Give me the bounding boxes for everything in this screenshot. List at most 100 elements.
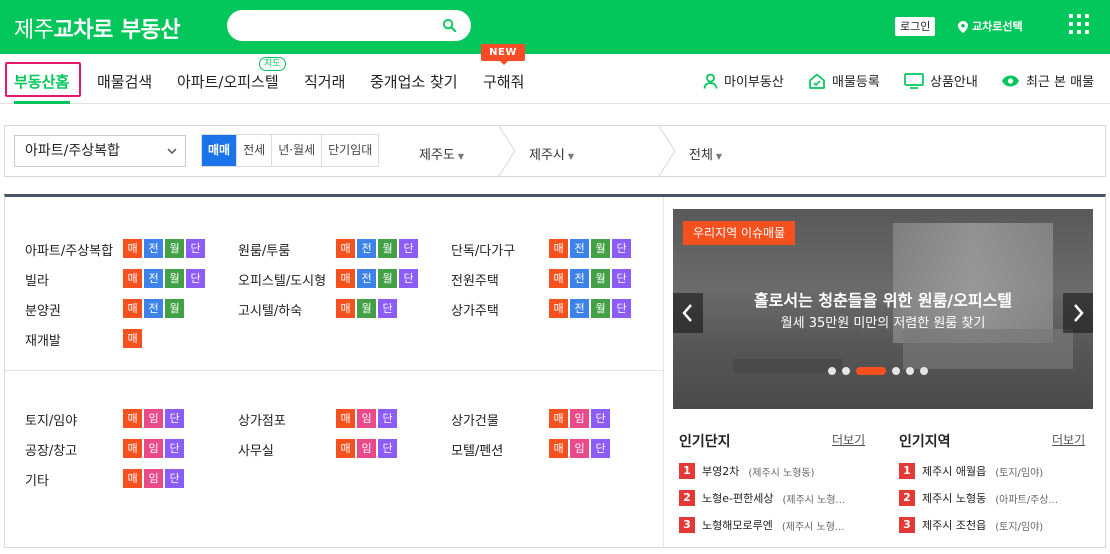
popular-region-more-link[interactable]: 더보기 <box>1052 431 1085 448</box>
deal-tag[interactable]: 단 <box>612 269 631 288</box>
popular-complex-item[interactable]: 2 노형e-편한세상 (제주시 노형... <box>679 490 879 506</box>
nav-item-request[interactable]: 구해줘 <box>483 71 524 92</box>
deal-tag[interactable]: 월 <box>591 239 610 258</box>
deal-tag[interactable]: 매 <box>123 239 142 258</box>
popular-region-item[interactable]: 3 제주시 조천읍 (토지/임야) <box>899 517 1099 533</box>
deal-type-jeonse[interactable]: 전세 <box>236 135 271 166</box>
deal-tag[interactable]: 매 <box>336 269 355 288</box>
deal-tag[interactable]: 단 <box>399 239 418 258</box>
deal-type-sale[interactable]: 매매 <box>202 135 237 166</box>
issue-banner[interactable]: 우리지역 이슈매물 홀로서는 청춘들을 위한 원룸/오피스텔 월세 35만원 미… <box>673 209 1093 409</box>
site-logo[interactable]: 제주교차로 부동산 <box>14 12 180 44</box>
deal-tag[interactable]: 매 <box>336 239 355 258</box>
category-label[interactable]: 고시텔/하숙 <box>238 300 302 319</box>
deal-tag[interactable]: 단 <box>186 269 205 288</box>
deal-tag[interactable]: 월 <box>357 299 376 318</box>
util-my-realestate[interactable]: 마이부동산 <box>703 71 784 90</box>
search-input[interactable] <box>241 16 431 36</box>
region2-select[interactable]: 제주시 ▼ <box>529 144 574 163</box>
category-label[interactable]: 토지/임야 <box>25 410 77 429</box>
popular-region-item[interactable]: 1 제주시 애월읍 (토지/임야) <box>899 463 1099 479</box>
category-label[interactable]: 사무실 <box>238 440 274 459</box>
category-label[interactable]: 상가점포 <box>238 410 286 429</box>
deal-tag[interactable]: 전 <box>357 269 376 288</box>
nav-item-listing-search[interactable]: 매물검색 <box>97 71 152 92</box>
deal-tag[interactable]: 단 <box>612 239 631 258</box>
deal-tag[interactable]: 매 <box>336 299 355 318</box>
deal-tag[interactable]: 매 <box>549 439 568 458</box>
category-label[interactable]: 기타 <box>25 470 49 489</box>
deal-tag[interactable]: 전 <box>357 239 376 258</box>
deal-tag[interactable]: 단 <box>591 439 610 458</box>
deal-tag[interactable]: 전 <box>570 299 589 318</box>
deal-tag[interactable]: 임 <box>144 409 163 428</box>
banner-dot[interactable] <box>906 367 914 375</box>
banner-next-button[interactable] <box>1063 293 1093 333</box>
category-label[interactable]: 오피스텔/도시형 <box>238 270 326 289</box>
deal-tag[interactable]: 매 <box>336 409 355 428</box>
deal-tag[interactable]: 매 <box>123 469 142 488</box>
deal-tag[interactable]: 월 <box>591 269 610 288</box>
category-label[interactable]: 모텔/펜션 <box>451 440 503 459</box>
deal-tag[interactable]: 단 <box>378 409 397 428</box>
category-label[interactable]: 전원주택 <box>451 270 499 289</box>
apps-grid-icon[interactable] <box>1069 14 1089 34</box>
category-label[interactable]: 재개발 <box>25 330 61 349</box>
deal-tag[interactable]: 월 <box>165 239 184 258</box>
deal-tag[interactable]: 임 <box>570 409 589 428</box>
deal-tag[interactable]: 월 <box>591 299 610 318</box>
deal-tag[interactable]: 임 <box>144 469 163 488</box>
util-recent-viewed[interactable]: 최근 본 매물 <box>1001 71 1094 90</box>
popular-complex-item[interactable]: 1 부영2차 (제주시 노형동) <box>679 463 879 479</box>
deal-tag[interactable]: 매 <box>336 439 355 458</box>
category-label[interactable]: 공장/창고 <box>25 440 77 459</box>
deal-tag[interactable]: 매 <box>123 299 142 318</box>
deal-tag[interactable]: 임 <box>357 409 376 428</box>
region3-select[interactable]: 전체 ▼ <box>689 144 722 163</box>
deal-tag[interactable]: 단 <box>591 409 610 428</box>
deal-type-monthly[interactable]: 년·월세 <box>271 135 321 166</box>
deal-tag[interactable]: 임 <box>144 439 163 458</box>
deal-tag[interactable]: 매 <box>549 409 568 428</box>
deal-tag[interactable]: 단 <box>399 269 418 288</box>
deal-tag[interactable]: 월 <box>378 269 397 288</box>
deal-tag[interactable]: 매 <box>123 409 142 428</box>
popular-complex-item[interactable]: 3 노형해모로루엔 (제주시 노형... <box>679 517 879 533</box>
deal-tag[interactable]: 단 <box>165 409 184 428</box>
deal-tag[interactable]: 임 <box>357 439 376 458</box>
property-type-select[interactable]: 아파트/주상복합 <box>14 135 186 167</box>
deal-tag[interactable]: 단 <box>378 439 397 458</box>
deal-tag[interactable]: 매 <box>123 269 142 288</box>
search-icon[interactable] <box>442 18 457 33</box>
category-label[interactable]: 원룸/투룸 <box>238 240 290 259</box>
deal-tag[interactable]: 매 <box>549 269 568 288</box>
banner-dot[interactable] <box>842 367 850 375</box>
deal-type-short-term[interactable]: 단기임대 <box>321 135 378 166</box>
category-label[interactable]: 상가건물 <box>451 410 499 429</box>
banner-dot[interactable] <box>892 367 900 375</box>
popular-complex-more-link[interactable]: 더보기 <box>832 431 865 448</box>
region-select-button[interactable]: 교차로선택 <box>958 17 1023 36</box>
deal-tag[interactable]: 매 <box>549 299 568 318</box>
deal-tag[interactable]: 단 <box>612 299 631 318</box>
banner-dot[interactable] <box>920 367 928 375</box>
deal-tag[interactable]: 매 <box>123 439 142 458</box>
nav-item-home[interactable]: 부동산홈 <box>14 71 69 92</box>
util-register-listing[interactable]: 매물등록 <box>808 71 880 90</box>
category-label[interactable]: 상가주택 <box>451 300 499 319</box>
deal-tag[interactable]: 임 <box>570 439 589 458</box>
popular-region-item[interactable]: 2 제주시 노형동 (아파트/주상... <box>899 490 1099 506</box>
deal-tag[interactable]: 단 <box>378 299 397 318</box>
deal-tag[interactable]: 전 <box>570 269 589 288</box>
deal-tag[interactable]: 매 <box>123 329 142 348</box>
deal-tag[interactable]: 단 <box>165 439 184 458</box>
banner-dot[interactable] <box>828 367 836 375</box>
banner-prev-button[interactable] <box>673 293 703 333</box>
deal-tag[interactable]: 전 <box>144 239 163 258</box>
nav-item-direct-deal[interactable]: 직거래 <box>304 71 345 92</box>
deal-tag[interactable]: 전 <box>144 299 163 318</box>
nav-item-find-agency[interactable]: 중개업소 찾기 <box>370 71 458 92</box>
region1-select[interactable]: 제주도 ▼ <box>419 144 464 163</box>
category-label[interactable]: 단독/다가구 <box>451 240 515 259</box>
category-label[interactable]: 아파트/주상복합 <box>25 240 113 259</box>
